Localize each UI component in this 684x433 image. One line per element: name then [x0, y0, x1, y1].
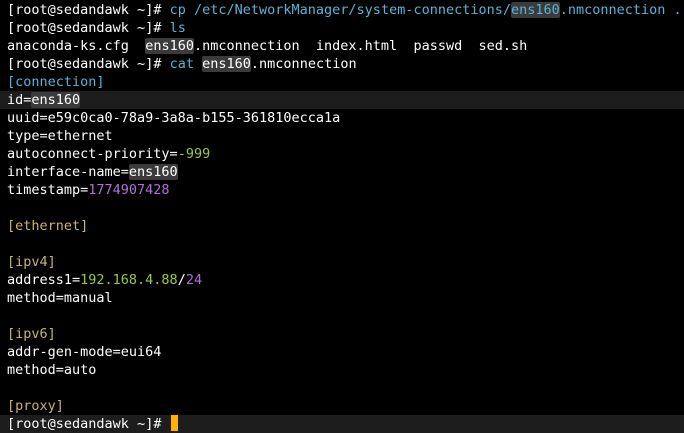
- text-cursor[interactable]: [170, 415, 178, 431]
- ipv6-method: method=auto: [7, 362, 97, 378]
- prompt-user-host: root@sedandawk ~: [15, 416, 146, 432]
- cp-search-match: ens160: [510, 2, 560, 18]
- active-prompt-line[interactable]: [root@sedandawk ~]#: [0, 415, 684, 433]
- address-prefix: 24: [185, 272, 203, 288]
- ls-file-anaconda: anaconda-ks.cfg: [7, 38, 129, 54]
- autoconnect-key: autoconnect-priority=: [7, 146, 178, 162]
- address-ip: 192.168.4.88: [80, 272, 178, 288]
- connection-header: [connection]: [7, 74, 105, 90]
- timestamp-key: timestamp=: [7, 182, 89, 198]
- ls-file-passwd: passwd: [413, 38, 463, 54]
- cp-dest: .nmconnection .: [559, 2, 682, 18]
- ipv4-method: method=manual: [7, 290, 113, 306]
- config-line-autoconnect: autoconnect-priority=-999: [0, 145, 684, 163]
- ls-file-ens160-match: ens160: [145, 38, 194, 54]
- config-line-ipv4-method: method=manual: [0, 289, 684, 307]
- section-ethernet: [ethernet]: [0, 217, 684, 235]
- prompt-symbol: #: [153, 56, 162, 72]
- prompt-open-bracket: [: [7, 416, 16, 432]
- prompt-user-host: root@sedandawk ~: [15, 2, 146, 18]
- section-ipv6: [ipv6]: [0, 325, 684, 343]
- config-line-address: address1=192.168.4.88/24: [0, 271, 684, 289]
- prompt-user-host: root@sedandawk ~: [15, 56, 146, 72]
- config-line-ipv6-method: method=auto: [0, 361, 684, 379]
- interface-value-match: ens160: [128, 164, 178, 180]
- config-line-id: id=ens160: [0, 91, 684, 109]
- prompt-open-bracket: [: [7, 56, 16, 72]
- type-line: type=ethernet: [7, 128, 113, 144]
- section-ipv4: [ipv4]: [0, 253, 684, 271]
- cat-command: cat: [169, 56, 194, 72]
- command-line-cp: [root@sedandawk ~]# cp /etc/NetworkManag…: [0, 1, 684, 19]
- id-value-match: ens160: [31, 92, 81, 108]
- ethernet-header: [ethernet]: [7, 218, 89, 234]
- terminal-window[interactable]: [root@sedandawk ~]# cp /etc/NetworkManag…: [0, 0, 684, 433]
- interface-key: interface-name=: [7, 164, 129, 180]
- config-line-uuid: uuid=e59c0ca0-78a9-3a8a-b155-361810ecca1…: [0, 109, 684, 127]
- cat-search-match: ens160: [202, 56, 251, 72]
- address-slash: /: [177, 272, 186, 288]
- section-connection: [connection]: [0, 73, 684, 91]
- proxy-header: [proxy]: [7, 398, 64, 414]
- prompt-symbol: #: [153, 416, 162, 432]
- id-key: id=: [7, 92, 32, 108]
- config-line-timestamp: timestamp=1774907428: [0, 181, 684, 199]
- prompt-user-host: root@sedandawk ~: [15, 20, 146, 36]
- prompt-symbol: #: [153, 20, 162, 36]
- command-line-ls: [root@sedandawk ~]# ls: [0, 19, 684, 37]
- address-key: address1=: [7, 272, 81, 288]
- prompt-open-bracket: [: [7, 20, 16, 36]
- ls-file-index: index.html: [315, 38, 398, 54]
- prompt-open-bracket: [: [7, 2, 16, 18]
- ls-command: ls: [169, 20, 186, 36]
- ls-output-line: anaconda-ks.cfg ens160.nmconnection inde…: [0, 37, 684, 55]
- config-line-type: type=ethernet: [0, 127, 684, 145]
- prompt-symbol: #: [153, 2, 162, 18]
- addr-gen-mode: addr-gen-mode=eui64: [7, 344, 162, 360]
- ls-file-ens160-suffix: .nmconnection: [193, 38, 300, 54]
- command-line-cat: [root@sedandawk ~]# cat ens160.nmconnect…: [0, 55, 684, 73]
- timestamp-value: 1774907428: [88, 182, 170, 198]
- cp-command: cp: [169, 2, 186, 18]
- ipv6-header: [ipv6]: [7, 326, 56, 342]
- autoconnect-value: -999: [177, 146, 211, 162]
- cat-file-suffix: .nmconnection: [250, 56, 357, 72]
- uuid-line: uuid=e59c0ca0-78a9-3a8a-b155-361810ecca1…: [7, 110, 341, 126]
- config-line-addr-gen-mode: addr-gen-mode=eui64: [0, 343, 684, 361]
- cp-source-path: /etc/NetworkManager/system-connections/: [185, 2, 511, 18]
- ls-file-sed: sed.sh: [478, 38, 528, 54]
- section-proxy: [proxy]: [0, 397, 684, 415]
- ipv4-header: [ipv4]: [7, 254, 56, 270]
- config-line-interface: interface-name=ens160: [0, 163, 684, 181]
